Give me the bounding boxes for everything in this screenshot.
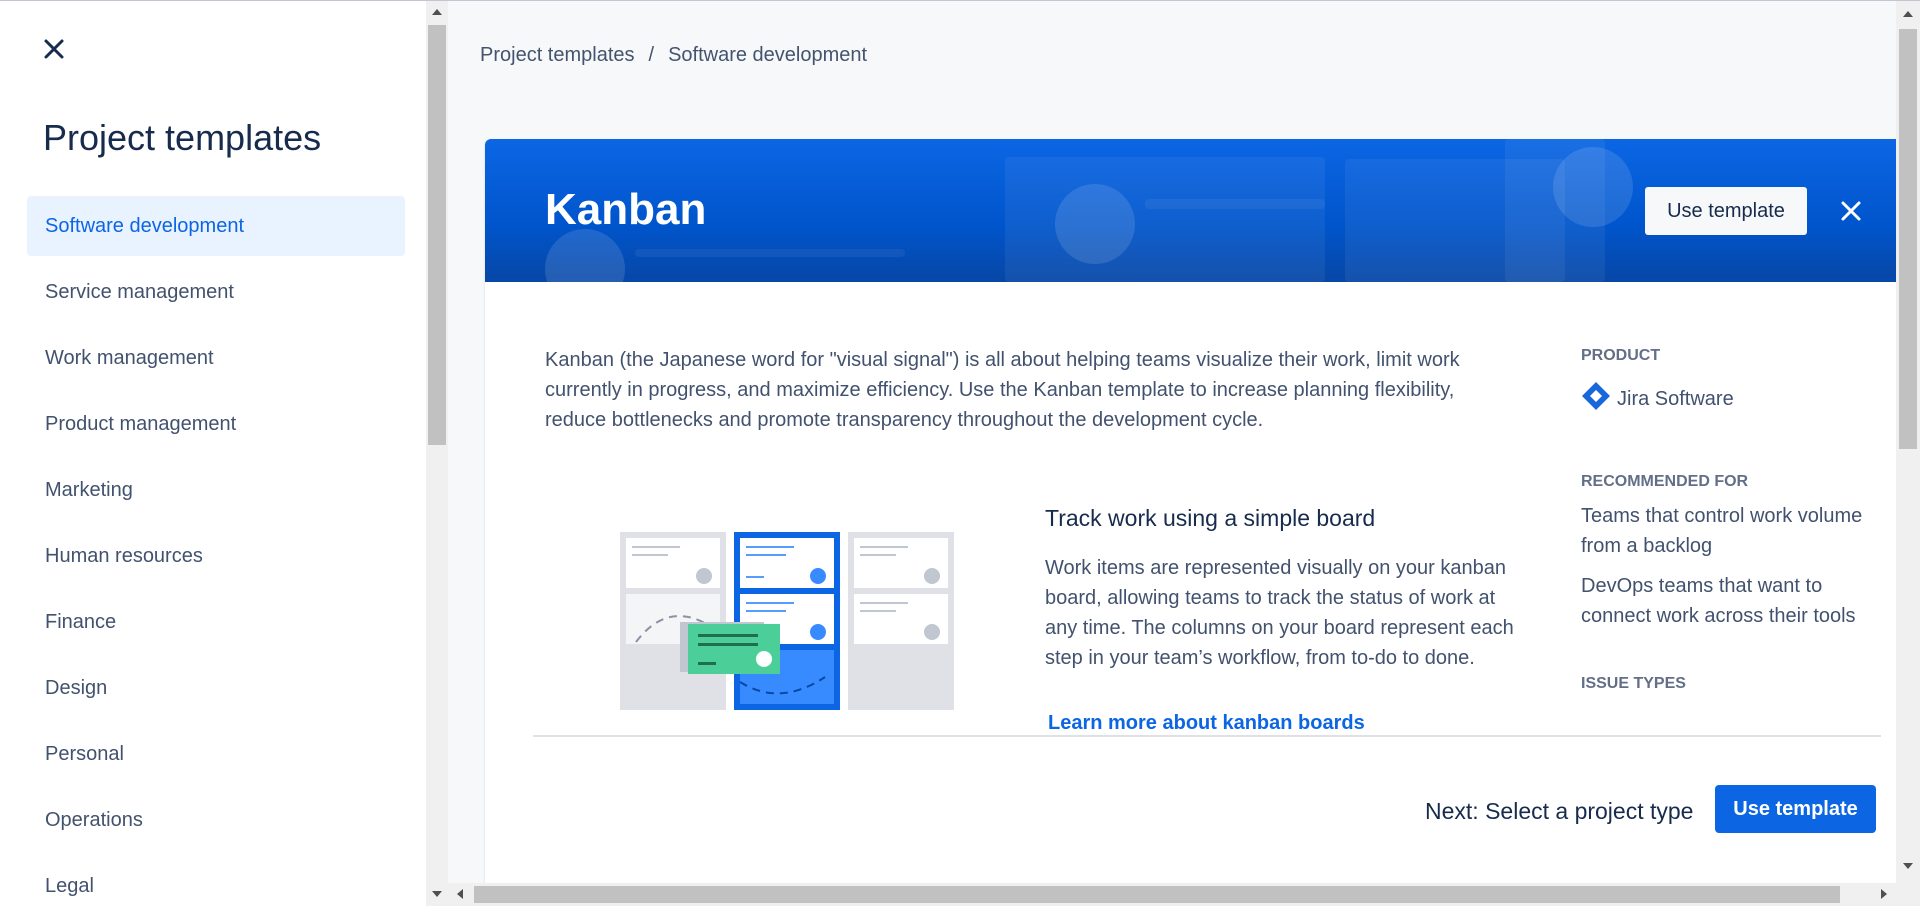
feature-description: Work items are represented visually on y… (1045, 557, 1514, 669)
banner-decoration (1055, 184, 1135, 264)
next-step-label: Next: Select a project type (1425, 798, 1694, 824)
sidebar-item-legal[interactable]: Legal (27, 856, 405, 916)
issue-types-label: ISSUE TYPES (1581, 675, 1686, 692)
sidebar-item-marketing[interactable]: Marketing (27, 460, 405, 520)
breadcrumb: Project templates / Software development (480, 44, 867, 67)
sidebar-item-software-development[interactable]: Software development (27, 196, 405, 256)
scroll-down-arrow-icon[interactable] (432, 891, 442, 897)
scrollbar-corner (1896, 883, 1920, 906)
main-horizontal-scrollbar[interactable] (448, 883, 1896, 906)
jira-diamond-icon (1581, 381, 1611, 417)
scroll-down-arrow-icon[interactable] (1903, 863, 1913, 869)
template-description: Kanban (the Japanese word for "visual si… (545, 349, 1460, 431)
banner-decoration (1145, 199, 1325, 209)
learn-more-link[interactable]: Learn more about kanban boards (1048, 712, 1365, 735)
sidebar-item-operations[interactable]: Operations (27, 790, 405, 850)
close-icon[interactable] (1835, 195, 1867, 227)
scroll-right-arrow-icon[interactable] (1881, 889, 1887, 899)
template-info-panel: PRODUCT Jira Software RECOMMENDED FOR Te… (1581, 347, 1871, 693)
use-template-button[interactable]: Use template (1645, 187, 1807, 235)
template-title: Kanban (545, 185, 707, 234)
feature-title: Track work using a simple board (1045, 505, 1376, 531)
sidebar-item-service-management[interactable]: Service management (27, 262, 405, 322)
sidebar-item-product-management[interactable]: Product management (27, 394, 405, 454)
sidebar-title: Project templates (43, 117, 322, 158)
close-icon[interactable] (38, 33, 70, 65)
recommended-item: Teams that control work volume from a ba… (1581, 505, 1863, 557)
recommended-for-label: RECOMMENDED FOR (1581, 473, 1749, 490)
scroll-up-arrow-icon[interactable] (1903, 11, 1913, 17)
template-card: Kanban Use template Kanban (the Japanese… (485, 139, 1896, 883)
product-row: Jira Software (1581, 381, 1871, 417)
category-nav: Software development Service management … (27, 196, 405, 922)
recommended-item: DevOps teams that want to connect work a… (1581, 575, 1856, 627)
banner-decoration (1005, 157, 1325, 282)
use-template-primary-button[interactable]: Use template (1715, 785, 1876, 833)
scroll-up-arrow-icon[interactable] (432, 9, 442, 15)
product-name: Jira Software (1617, 387, 1734, 410)
product-label: PRODUCT (1581, 347, 1661, 364)
footer-divider (533, 735, 1881, 737)
sidebar-item-personal[interactable]: Personal (27, 724, 405, 784)
sidebar-scrollbar-thumb[interactable] (428, 25, 446, 445)
sidebar-item-design[interactable]: Design (27, 658, 405, 718)
banner-decoration (545, 229, 625, 282)
banner-decoration (635, 249, 905, 257)
scroll-left-arrow-icon[interactable] (457, 889, 463, 899)
template-banner: Kanban Use template (485, 139, 1896, 282)
main-vertical-scrollbar[interactable] (1896, 1, 1920, 883)
breadcrumb-current-link[interactable]: Software development (668, 44, 867, 67)
main-scrollbar-thumb[interactable] (1899, 29, 1917, 449)
breadcrumb-root-link[interactable]: Project templates (480, 44, 635, 67)
banner-decoration (1553, 147, 1633, 227)
templates-sidebar: Project templates Software development S… (0, 1, 425, 906)
sidebar-item-work-management[interactable]: Work management (27, 328, 405, 388)
sidebar-item-human-resources[interactable]: Human resources (27, 526, 405, 586)
horizontal-scrollbar-thumb[interactable] (474, 886, 1840, 903)
breadcrumb-separator: / (648, 44, 655, 66)
template-detail-area: Project templates / Software development… (448, 1, 1896, 883)
kanban-board-illustration (620, 532, 960, 712)
sidebar-item-finance[interactable]: Finance (27, 592, 405, 652)
sidebar-scrollbar[interactable] (426, 1, 448, 906)
